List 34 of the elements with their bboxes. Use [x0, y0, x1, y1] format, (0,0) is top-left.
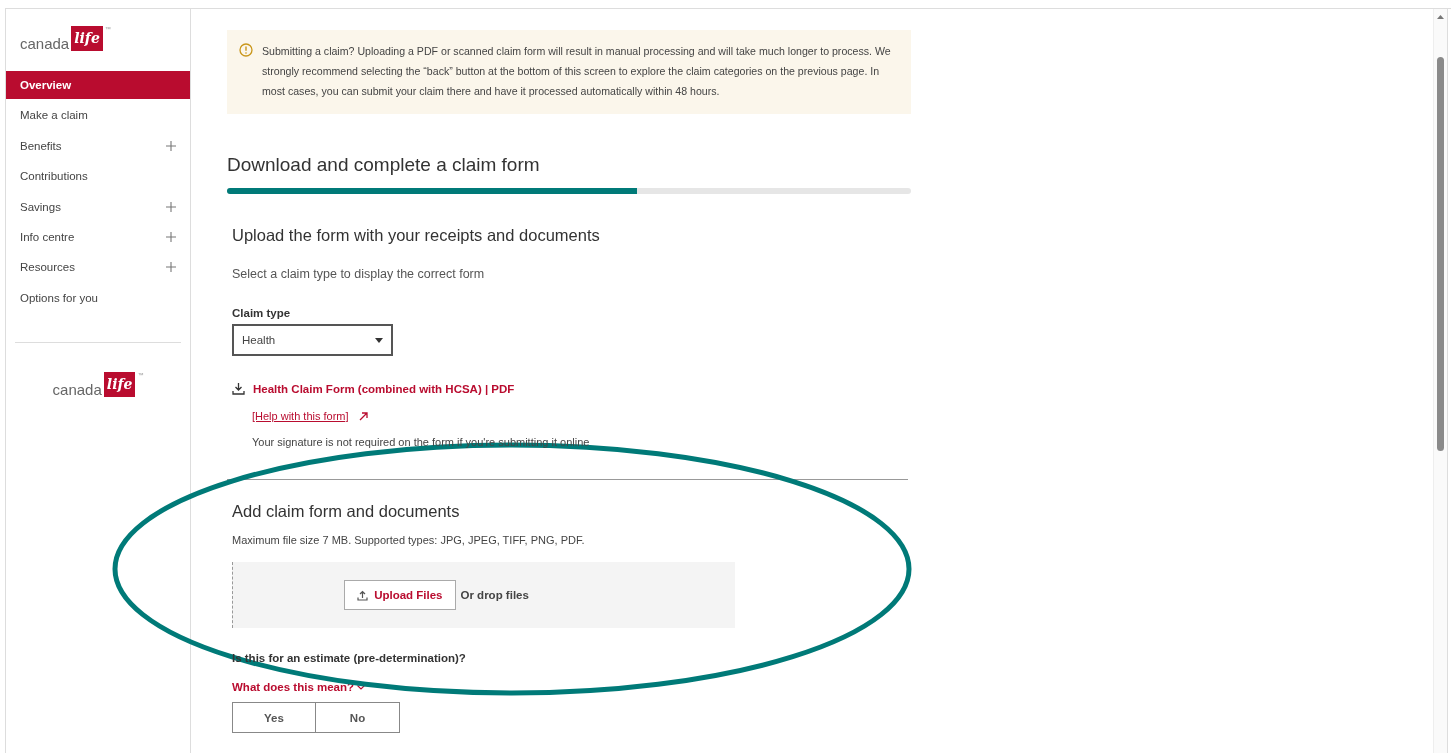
- upload-icon: [357, 589, 369, 601]
- file-limits-text: Maximum file size 7 MB. Supported types: JPG, JPEG, TIFF, PNG, PDF.: [232, 534, 586, 546]
- download-link[interactable]: Health Claim Form (combined with HCSA) | PDF: [253, 382, 515, 395]
- section-heading: Upload the form with your receipts and documents: [232, 226, 601, 245]
- nav-item[interactable]: Savings: [6, 192, 190, 221]
- warning-icon: [239, 43, 253, 57]
- file-drop-zone[interactable]: Upload Files Or drop files: [232, 562, 735, 628]
- nav-item[interactable]: Contributions: [6, 162, 190, 191]
- nav-item[interactable]: Info centre: [6, 222, 190, 251]
- instruction-text: Select a claim type to display the correct form: [232, 267, 486, 281]
- help-link[interactable]: [Help with this form]: [252, 410, 349, 422]
- plus-icon[interactable]: [166, 140, 176, 151]
- choice-button[interactable]: Yes: [232, 702, 316, 733]
- notice-text: Submitting a claim? Uploading a PDF or scanned claim form will result in manual processing and will take much longer to process. We strongly recommend selecting the “back” button at the bottom of this screen to explore the claim categories on the previous page. In most cases, you can submit your claim there and have it processed automatically within 48 hours.: [262, 44, 892, 99]
- section-heading: Add claim form and documents: [232, 502, 461, 521]
- chevron-down-icon: [357, 684, 366, 690]
- download-icon[interactable]: [232, 382, 245, 395]
- field-label: Claim type: [232, 307, 292, 319]
- nav-item[interactable]: Overview: [6, 71, 190, 99]
- caret-icon: [375, 337, 383, 343]
- claim-type-dropdown[interactable]: Health: [232, 324, 393, 356]
- upload-files-button[interactable]: Upload Files: [344, 580, 456, 610]
- choice-button[interactable]: No: [316, 702, 400, 733]
- page-title: Download and complete a claim form: [227, 154, 541, 176]
- plus-icon[interactable]: [166, 201, 176, 212]
- plus-icon[interactable]: [166, 262, 176, 273]
- explain-link[interactable]: What does this mean?: [232, 681, 911, 693]
- drop-hint: Or drop files: [460, 589, 529, 601]
- nav-item[interactable]: Benefits: [6, 131, 190, 160]
- nav-item[interactable]: Options for you: [6, 283, 190, 312]
- nav-item[interactable]: Make a claim: [6, 101, 190, 130]
- nav-item[interactable]: Resources: [6, 253, 190, 282]
- external-link-icon[interactable]: [358, 411, 368, 421]
- plus-icon[interactable]: [166, 231, 176, 242]
